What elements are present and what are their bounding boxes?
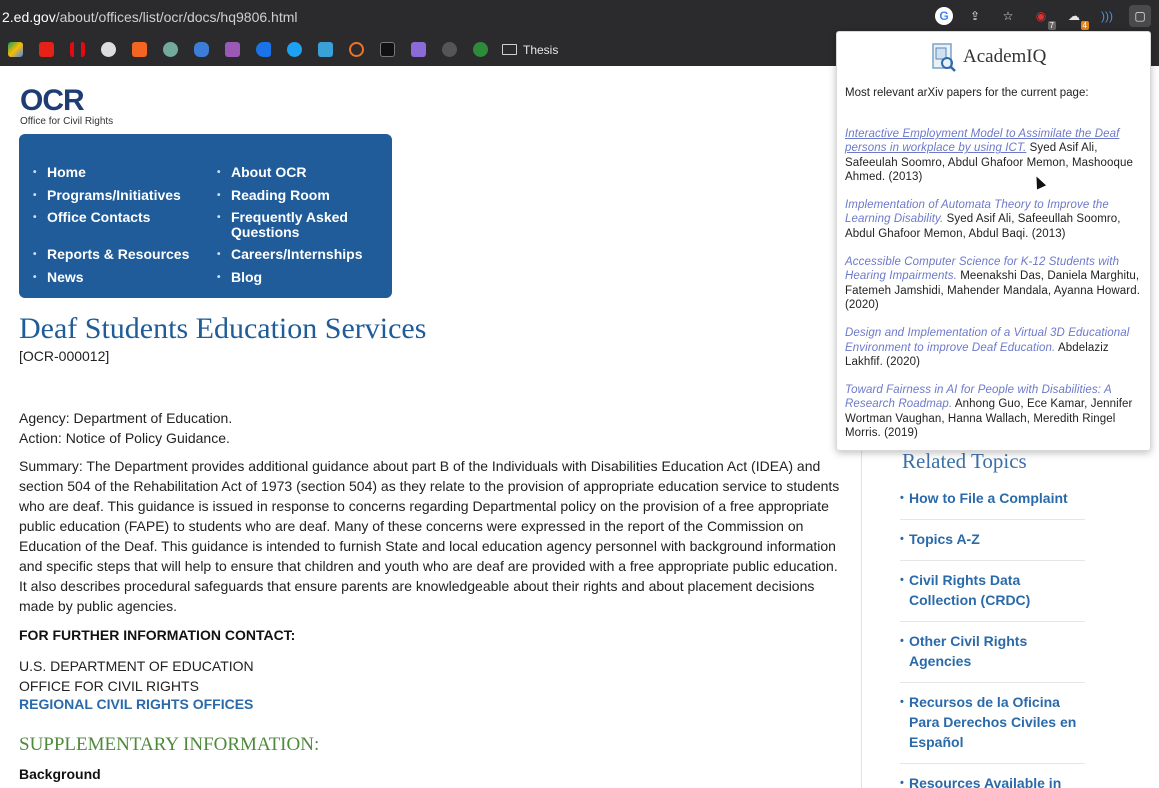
share-icon[interactable]: ⇪: [964, 5, 986, 27]
document-number: [OCR-000012]: [19, 348, 110, 364]
nav-reading-room[interactable]: Reading Room: [217, 188, 330, 204]
paper-list: Interactive Employment Model to Assimila…: [845, 127, 1141, 454]
bookmark-folder-label: Thesis: [523, 42, 559, 57]
bookmark-folder-thesis[interactable]: Thesis: [502, 43, 558, 57]
bookmark-netflix-icon[interactable]: [62, 33, 93, 66]
magnifier-document-icon: [930, 42, 958, 72]
related-link[interactable]: How to File a Complaint: [900, 488, 1085, 520]
extension-icon[interactable]: ☁ 4: [1063, 5, 1089, 30]
summary-text: Summary: The Department provides additio…: [19, 458, 840, 614]
paper-item: Design and Implementation of a Virtual 3…: [845, 326, 1141, 369]
browser-toolbar-icons: G ⇪ ☆ ◉ 7 ☁ 4 ))) ▢: [935, 5, 1151, 30]
brand-name: AcademIQ: [963, 46, 1047, 67]
regional-offices-link[interactable]: REGIONAL CIVIL RIGHTS OFFICES: [19, 696, 253, 712]
contact-heading: FOR FURTHER INFORMATION CONTACT:: [19, 627, 296, 643]
logo-acronym: OCR: [20, 84, 85, 117]
nav-home[interactable]: Home: [33, 165, 86, 181]
related-link[interactable]: Resources Available in: [900, 773, 1085, 788]
related-link[interactable]: Other Civil Rights Agencies: [900, 631, 1085, 683]
bookmark-d-icon[interactable]: [465, 33, 496, 66]
bookmark-video-icon[interactable]: [403, 33, 434, 66]
bookmark-drive-icon[interactable]: [0, 33, 31, 66]
nav-news[interactable]: News: [33, 270, 83, 286]
bookmark-b-icon[interactable]: [248, 33, 279, 66]
contact-line: U.S. DEPARTMENT OF EDUCATION: [19, 658, 254, 674]
read-aloud-icon[interactable]: ))): [1096, 5, 1118, 27]
nav-careers[interactable]: Careers/Internships: [217, 247, 362, 263]
related-topics-list: How to File a Complaint Topics A-Z Civil…: [900, 488, 1085, 788]
bookmark-z-icon[interactable]: [372, 33, 403, 66]
bookmark-nytimes-icon[interactable]: [93, 33, 124, 66]
nav-office-contacts[interactable]: Office Contacts: [33, 210, 151, 226]
nav-programs[interactable]: Programs/Initiatives: [33, 188, 181, 204]
bookmark-hex-icon[interactable]: [186, 33, 217, 66]
nav-about[interactable]: About OCR: [217, 165, 307, 181]
bookmark-get-icon[interactable]: [434, 33, 465, 66]
url-field[interactable]: 2.ed.gov/about/offices/list/ocr/docs/hq9…: [0, 9, 298, 25]
academiq-brand: AcademIQ: [930, 42, 1046, 72]
nav-blog[interactable]: Blog: [217, 270, 262, 286]
ocr-logo[interactable]: OCR Office for Civil Rights: [20, 84, 114, 128]
folder-icon: [502, 44, 517, 55]
supplementary-heading: SUPPLEMENTARY INFORMATION:: [19, 734, 320, 755]
agency-block: Agency: Department of Education. Action:…: [19, 408, 232, 448]
nav-faq[interactable]: Frequently Asked Questions: [217, 210, 371, 240]
bookmark-openai-icon[interactable]: [155, 33, 186, 66]
sidebar-divider: [861, 396, 862, 788]
logo-name: Office for Civil Rights: [20, 116, 114, 127]
bookmark-youtube-icon[interactable]: [31, 33, 62, 66]
nav-reports[interactable]: Reports & Resources: [33, 247, 189, 263]
main-nav: Home Programs/Initiatives Office Contact…: [19, 134, 392, 298]
bookmark-ring-icon[interactable]: [341, 33, 372, 66]
bookmark-app-icon[interactable]: [217, 33, 248, 66]
paper-item: Implementation of Automata Theory to Imp…: [845, 198, 1141, 241]
ublock-extension-icon[interactable]: ◉ 7: [1030, 5, 1056, 30]
browser-address-bar: 2.ed.gov/about/offices/list/ocr/docs/hq9…: [0, 0, 1159, 33]
bookmark-star-icon[interactable]: ☆: [997, 5, 1019, 27]
paper-item: Accessible Computer Science for K-12 Stu…: [845, 255, 1141, 312]
google-icon[interactable]: G: [935, 7, 953, 25]
related-link[interactable]: Civil Rights Data Collection (CRDC): [900, 570, 1085, 622]
background-heading: Background: [19, 766, 101, 782]
popup-subtitle: Most relevant arXiv papers for the curre…: [845, 87, 1089, 99]
paper-item: Interactive Employment Model to Assimila…: [845, 127, 1141, 184]
contact-block: U.S. DEPARTMENT OF EDUCATION OFFICE FOR …: [19, 656, 254, 696]
contact-line: OFFICE FOR CIVIL RIGHTS: [19, 678, 199, 694]
academiq-extension-icon[interactable]: ▢: [1129, 5, 1151, 27]
related-link[interactable]: Recursos de la Oficina Para Derechos Civ…: [900, 692, 1085, 764]
action-line: Action: Notice of Policy Guidance.: [19, 430, 230, 446]
related-link[interactable]: Topics A-Z: [900, 529, 1085, 561]
paper-item: Toward Fairness in AI for People with Di…: [845, 383, 1141, 440]
academiq-popup: AcademIQ Most relevant arXiv papers for …: [836, 31, 1151, 451]
bookmark-notes-icon[interactable]: [310, 33, 341, 66]
bookmark-twitter-icon[interactable]: [279, 33, 310, 66]
page-title: Deaf Students Education Services: [19, 312, 427, 345]
agency-line: Agency: Department of Education.: [19, 410, 233, 426]
bookmark-ycombinator-icon[interactable]: [124, 33, 155, 66]
